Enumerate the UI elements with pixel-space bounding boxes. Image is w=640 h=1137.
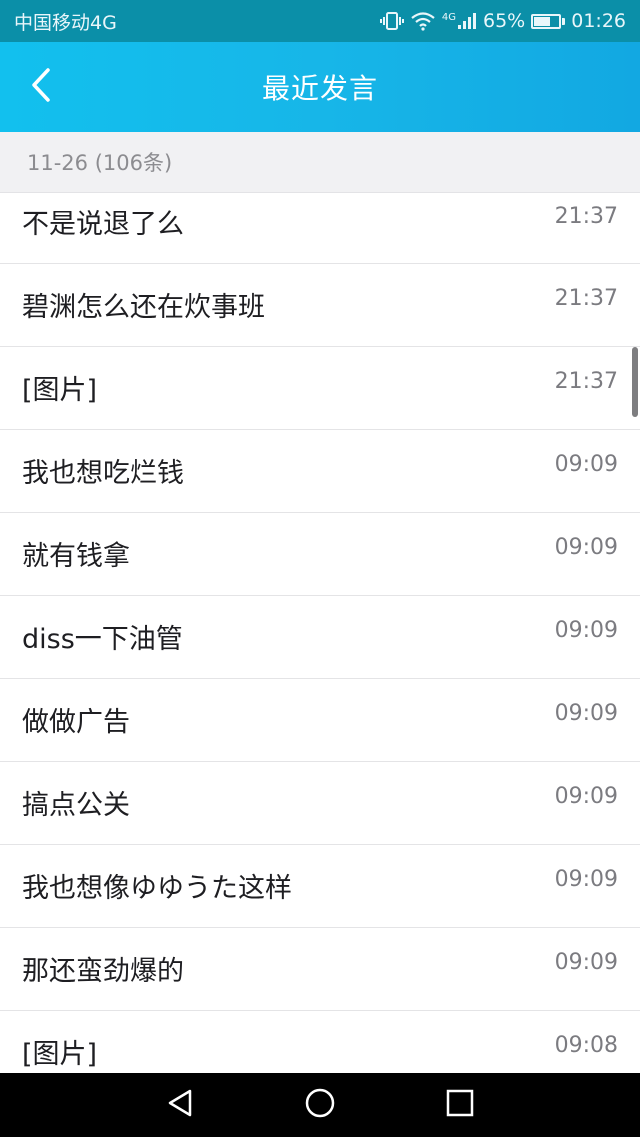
message-row[interactable]: [图片] 21:37 [0, 347, 640, 430]
message-row[interactable]: 我也想像ゆゆうた这样 09:09 [0, 845, 640, 928]
network-type-label: 4G [441, 12, 456, 23]
message-row[interactable]: 就有钱拿 09:09 [0, 513, 640, 596]
signal-icon: 4G [442, 12, 477, 30]
message-time: 21:37 [554, 204, 618, 229]
date-section-header: 11-26 (106条) [0, 132, 640, 193]
page-title: 最近发言 [261, 72, 378, 105]
message-text: [图片] [22, 1039, 98, 1070]
nav-recents-button[interactable] [430, 1075, 490, 1135]
message-text: 就有钱拿 [22, 541, 130, 572]
message-text: 碧渊怎么还在炊事班 [22, 292, 265, 323]
message-list[interactable]: 不是说退了么 21:37 碧渊怎么还在炊事班 21:37 [图片] 21:37 我也想吃烂钱… [0, 193, 640, 1073]
app-header: 最近发言 [0, 42, 640, 132]
message-row[interactable]: 不是说退了么 21:37 [0, 193, 640, 264]
chevron-left-icon [30, 67, 52, 107]
message-row[interactable]: diss一下油管 09:09 [0, 596, 640, 679]
message-time: 09:09 [554, 535, 618, 560]
battery-percent: 65% [483, 10, 526, 32]
nav-home-button[interactable] [290, 1075, 350, 1135]
message-text: 不是说退了么 [22, 209, 184, 240]
message-row[interactable]: [图片] 09:08 [0, 1011, 640, 1073]
navigation-bar [0, 1073, 640, 1137]
message-text: [图片] [22, 375, 98, 406]
back-button[interactable] [18, 64, 64, 110]
message-text: 我也想吃烂钱 [22, 458, 184, 489]
status-icons: 4G 65% 01:26 [379, 10, 626, 32]
message-row[interactable]: 碧渊怎么还在炊事班 21:37 [0, 264, 640, 347]
recents-square-icon [445, 1088, 475, 1122]
message-row[interactable]: 我也想吃烂钱 09:09 [0, 430, 640, 513]
message-time: 09:08 [554, 1033, 618, 1058]
message-text: 那还蛮劲爆的 [22, 956, 184, 987]
message-text: 做做广告 [22, 707, 130, 738]
message-row[interactable]: 做做广告 09:09 [0, 679, 640, 762]
wifi-icon [410, 11, 436, 31]
vibrate-icon [379, 11, 404, 31]
message-time: 09:09 [554, 867, 618, 892]
message-time: 09:09 [554, 452, 618, 477]
home-circle-icon [304, 1087, 336, 1123]
carrier-label: 中国移动4G [14, 11, 117, 34]
scrollbar[interactable] [632, 347, 638, 417]
message-text: diss一下油管 [22, 624, 183, 655]
back-triangle-icon [165, 1087, 195, 1123]
message-text: 我也想像ゆゆうた这样 [22, 873, 292, 904]
nav-back-button[interactable] [150, 1075, 210, 1135]
message-row[interactable]: 搞点公关 09:09 [0, 762, 640, 845]
date-section-label: 11-26 (106条) [27, 151, 173, 175]
status-bar: 中国移动4G 4G 65% 01:26 [0, 0, 640, 42]
message-time: 21:37 [554, 369, 618, 394]
message-time: 09:09 [554, 618, 618, 643]
message-time: 09:09 [554, 701, 618, 726]
message-row[interactable]: 那还蛮劲爆的 09:09 [0, 928, 640, 1011]
clock: 01:26 [571, 10, 626, 32]
battery-icon [531, 13, 566, 29]
message-time: 09:09 [554, 784, 618, 809]
message-time: 21:37 [554, 286, 618, 311]
message-text: 搞点公关 [22, 790, 130, 821]
message-time: 09:09 [554, 950, 618, 975]
